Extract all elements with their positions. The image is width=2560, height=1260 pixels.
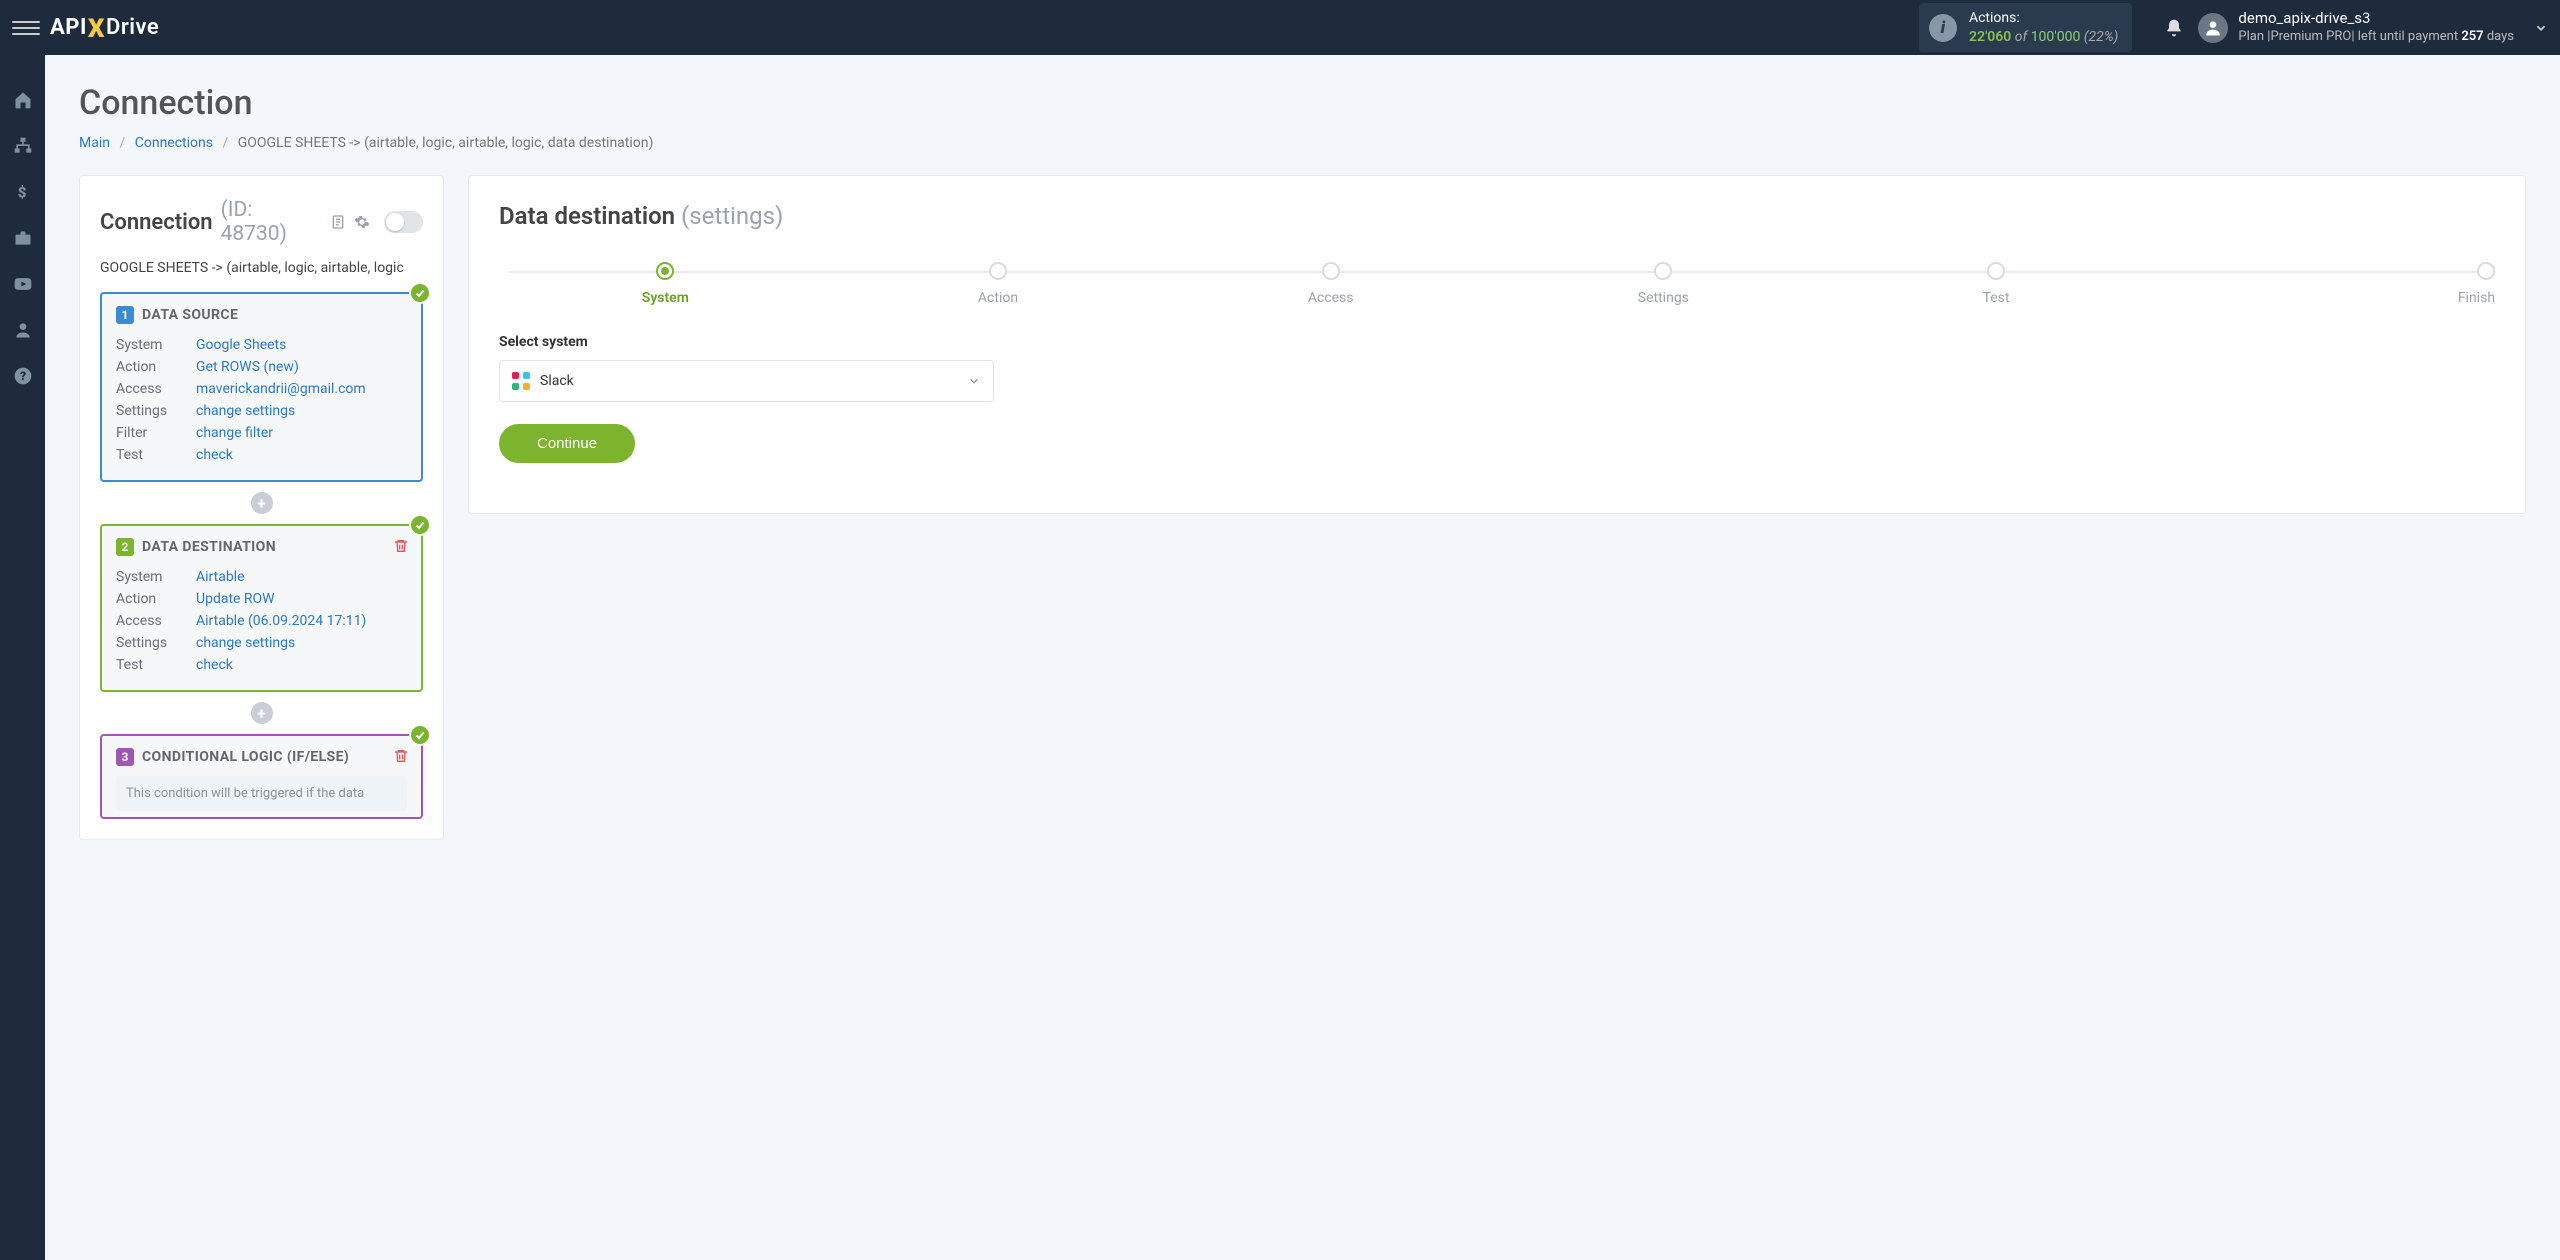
select-system-label: Select system — [499, 334, 2495, 350]
block-title: CONDITIONAL LOGIC (IF/ELSE) — [142, 749, 349, 765]
svg-text:?: ? — [20, 369, 26, 383]
block-number: 2 — [116, 538, 134, 556]
check-icon — [409, 282, 431, 304]
topbar: API X Drive i Actions: 22'060 of 100'000… — [0, 0, 2560, 55]
logo[interactable]: API X Drive — [50, 13, 159, 43]
source-action-link[interactable]: Get ROWS (new) — [196, 359, 299, 375]
gear-icon[interactable] — [354, 214, 370, 230]
sidebar: $ ? — [0, 55, 45, 1260]
select-value: Slack — [540, 373, 574, 389]
page-title: Connection — [79, 83, 2526, 123]
breadcrumb-current: GOOGLE SHEETS -> (airtable, logic, airta… — [238, 135, 654, 151]
logo-text-api: API — [50, 15, 87, 40]
destination-settings-panel: Data destination (settings) System Actio… — [468, 175, 2526, 514]
breadcrumb-main[interactable]: Main — [79, 135, 110, 151]
help-icon[interactable]: ? — [12, 365, 34, 387]
check-icon — [409, 514, 431, 536]
dest-access-link[interactable]: Airtable (06.09.2024 17:11) — [196, 613, 366, 629]
source-system-link[interactable]: Google Sheets — [196, 337, 286, 353]
dest-system-link[interactable]: Airtable — [196, 569, 245, 585]
actions-text: Actions: 22'060 of 100'000 (22%) — [1969, 9, 2118, 45]
avatar-icon[interactable] — [2198, 13, 2228, 43]
actions-of: of — [2015, 29, 2027, 45]
panel-title: Data destination (settings) — [499, 202, 2495, 230]
source-settings-link[interactable]: change settings — [196, 403, 295, 419]
breadcrumb: Main / Connections / GOOGLE SHEETS -> (a… — [79, 135, 2526, 151]
step-action[interactable]: Action — [832, 262, 1165, 306]
bell-icon[interactable] — [2164, 18, 2184, 38]
dollar-icon[interactable]: $ — [12, 181, 34, 203]
source-test-link[interactable]: check — [196, 447, 233, 463]
main: Connection Main / Connections / GOOGLE S… — [45, 55, 2560, 1260]
block-number: 3 — [116, 748, 134, 766]
user-name: demo_apix-drive_s3 — [2238, 9, 2514, 29]
user-block[interactable]: demo_apix-drive_s3 Plan |Premium PRO| le… — [2238, 9, 2514, 45]
connection-subtitle: GOOGLE SHEETS -> (airtable, logic, airta… — [100, 260, 423, 276]
actions-pct: (22%) — [2084, 29, 2119, 45]
user-plan: Plan |Premium PRO| left until payment 25… — [2238, 29, 2514, 46]
briefcase-icon[interactable] — [12, 227, 34, 249]
menu-toggle[interactable] — [12, 14, 40, 42]
data-source-block: 1 DATA SOURCE SystemGoogle Sheets Action… — [100, 292, 423, 482]
step-test[interactable]: Test — [1830, 262, 2163, 306]
step-access[interactable]: Access — [1164, 262, 1497, 306]
dest-action-link[interactable]: Update ROW — [196, 591, 275, 607]
step-finish[interactable]: Finish — [2162, 262, 2495, 306]
add-step-button[interactable]: + — [251, 702, 273, 724]
block-title: DATA DESTINATION — [142, 539, 276, 555]
breadcrumb-connections[interactable]: Connections — [135, 135, 213, 151]
add-step-button[interactable]: + — [251, 492, 273, 514]
sitemap-icon[interactable] — [12, 135, 34, 157]
dest-settings-link[interactable]: change settings — [196, 635, 295, 651]
step-system[interactable]: System — [499, 262, 832, 306]
trash-icon[interactable] — [393, 748, 409, 764]
source-access-link[interactable]: maverickandrii@gmail.com — [196, 381, 366, 397]
check-icon — [409, 724, 431, 746]
info-icon: i — [1929, 14, 1957, 42]
condition-note: This condition will be triggered if the … — [116, 776, 407, 811]
dest-test-link[interactable]: check — [196, 657, 233, 673]
continue-button[interactable]: Continue — [499, 424, 635, 463]
connection-id: (ID: 48730) — [221, 198, 322, 246]
conditional-block: 3 CONDITIONAL LOGIC (IF/ELSE) This condi… — [100, 734, 423, 819]
logo-text-drive: Drive — [106, 15, 159, 40]
slack-icon — [512, 372, 530, 390]
home-icon[interactable] — [12, 89, 34, 111]
step-settings[interactable]: Settings — [1497, 262, 1830, 306]
block-number: 1 — [116, 306, 134, 324]
actions-box[interactable]: i Actions: 22'060 of 100'000 (22%) — [1919, 3, 2132, 51]
svg-text:$: $ — [17, 183, 26, 201]
actions-label: Actions: — [1969, 9, 2118, 27]
actions-used: 22'060 — [1969, 29, 2011, 45]
actions-limit: 100'000 — [2031, 29, 2081, 45]
source-filter-link[interactable]: change filter — [196, 425, 273, 441]
user-icon[interactable] — [12, 319, 34, 341]
connection-panel: Connection (ID: 48730) GOOGLE SHEETS -> … — [79, 175, 444, 840]
youtube-icon[interactable] — [12, 273, 34, 295]
trash-icon[interactable] — [393, 538, 409, 554]
block-title: DATA SOURCE — [142, 307, 238, 323]
system-select[interactable]: Slack — [499, 360, 994, 402]
stepper: System Action Access Settings Test Finis… — [499, 262, 2495, 306]
logo-text-x: X — [88, 14, 105, 44]
document-icon[interactable] — [330, 214, 346, 230]
connection-heading: Connection — [100, 210, 213, 235]
chevron-down-icon — [967, 374, 981, 388]
enable-toggle[interactable] — [384, 211, 423, 233]
data-destination-block: 2 DATA DESTINATION SystemAirtable Action… — [100, 524, 423, 692]
chevron-down-icon[interactable] — [2534, 21, 2548, 35]
